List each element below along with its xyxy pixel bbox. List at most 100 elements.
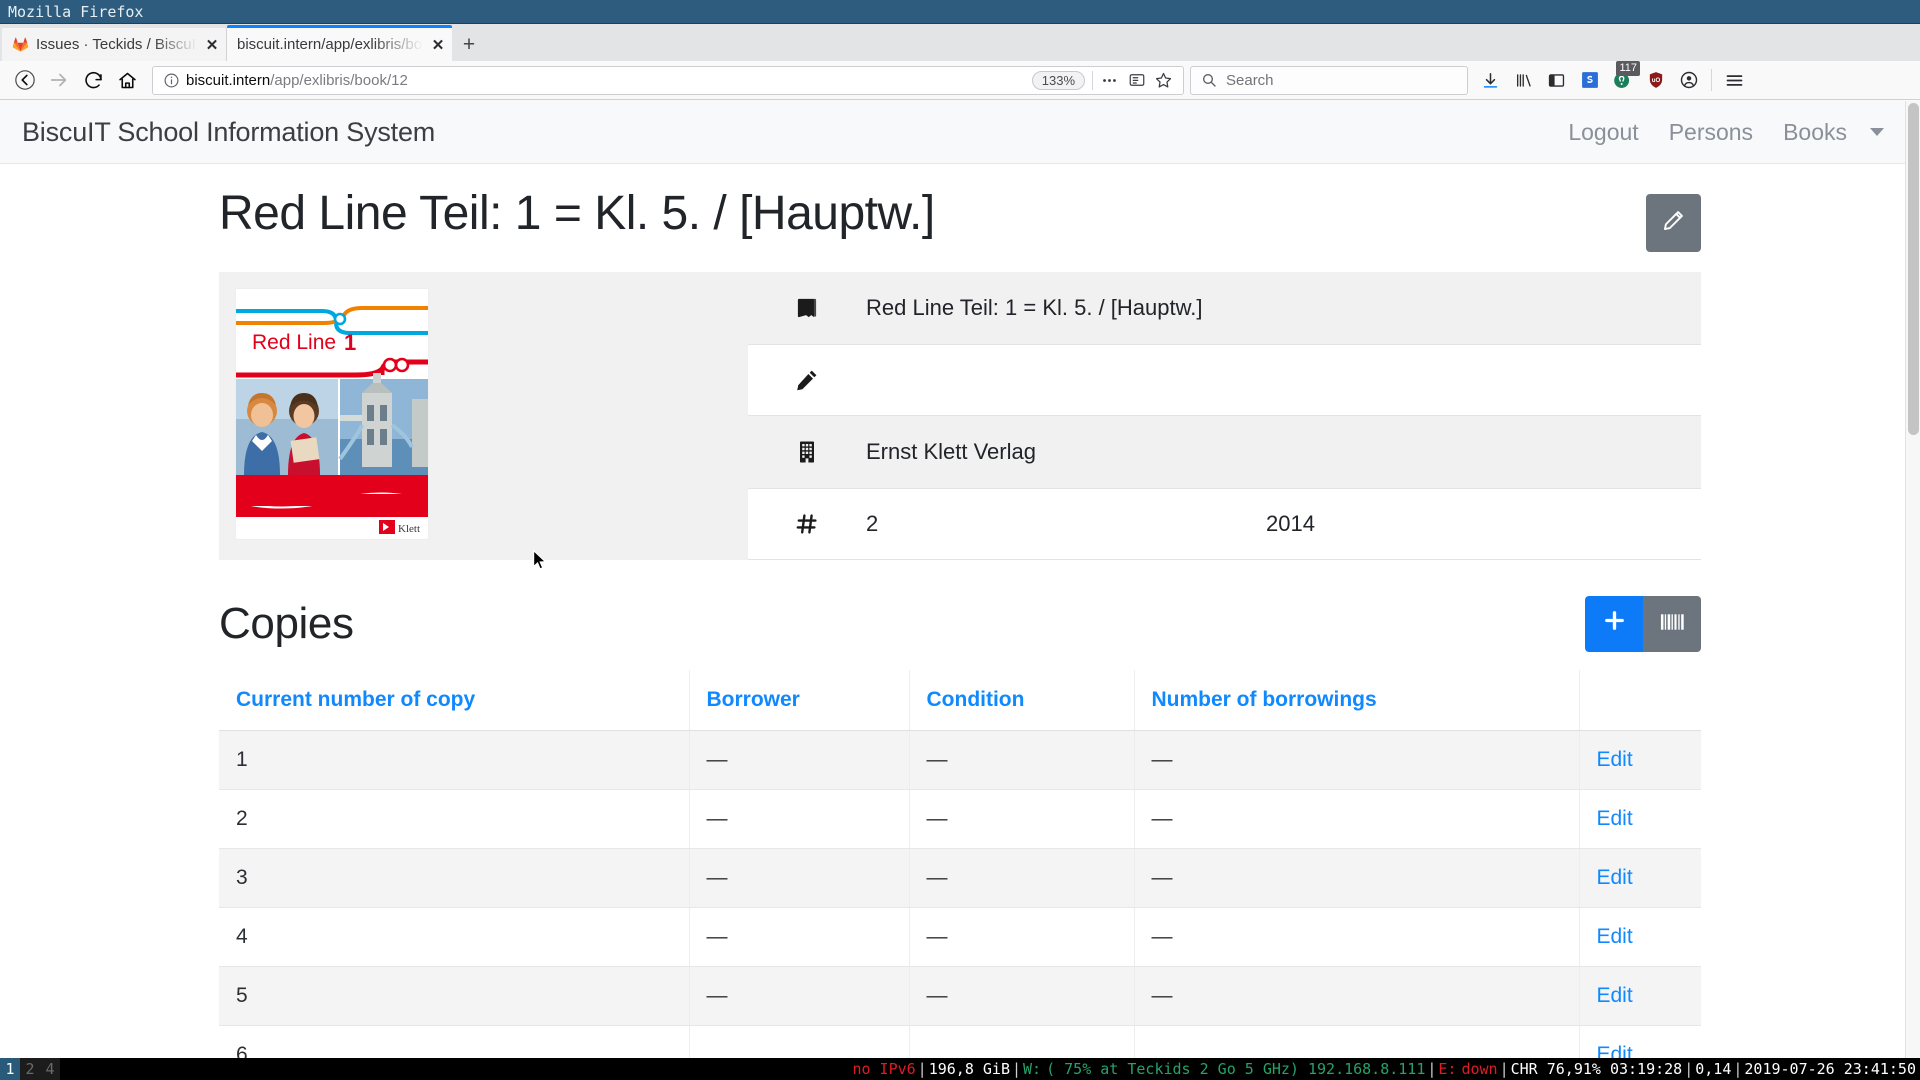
column-header-number[interactable]: Current number of copy (219, 670, 690, 731)
url-bar[interactable]: biscuit.intern/app/exlibris/book/12 133% (152, 65, 1184, 95)
cell-condition: — (909, 848, 1135, 908)
desktop-root: Mozilla Firefox Issues · Teckids / Biscu… (0, 0, 1920, 1080)
cell-borrower: — (689, 730, 910, 790)
svg-text:Klett: Klett (398, 523, 420, 535)
close-tab-icon[interactable]: ✕ (202, 35, 222, 55)
detail-row-edition: 2 (866, 511, 879, 536)
status-battery: CHR 76,91% 03:19:28 (1510, 1060, 1683, 1078)
edit-copy-link[interactable]: Edit (1597, 807, 1633, 830)
page-actions-icon[interactable] (1096, 67, 1123, 93)
add-copy-button[interactable] (1585, 596, 1643, 652)
status-wifi-label: W: (1023, 1060, 1042, 1078)
cell-condition: — (909, 730, 1135, 790)
table-row: 4 — — — Edit (219, 907, 1701, 967)
cell-actions: Edit (1579, 730, 1701, 790)
cell-borrower (689, 1025, 910, 1058)
new-tab-button[interactable]: + (452, 28, 486, 61)
urlbar-divider (1092, 70, 1093, 90)
simplenote-extension-icon[interactable] (1573, 64, 1606, 96)
ublock-origin-icon[interactable]: uO (1639, 64, 1672, 96)
nav-item-persons[interactable]: Persons (1654, 119, 1768, 146)
menu-icon[interactable] (1718, 64, 1751, 96)
status-separator: | (917, 1060, 927, 1078)
notifications-extension-icon[interactable]: 117 (1606, 61, 1640, 96)
nav-item-logout[interactable]: Logout (1553, 119, 1653, 146)
zoom-level-indicator[interactable]: 133% (1031, 70, 1085, 90)
tab-title: biscuit.intern/app/exlibris/boo (237, 36, 425, 53)
cell-borrowings: — (1134, 730, 1580, 790)
page-body: Red Line Teil: 1 = Kl. 5. / [Hauptw.] Kl… (0, 164, 1920, 1058)
table-row: 3 — — — Edit (219, 848, 1701, 908)
column-header-actions (1579, 670, 1701, 731)
status-datetime: 2019-07-26 23:41:50 (1744, 1060, 1916, 1078)
gitlab-favicon-icon (12, 36, 29, 53)
library-icon[interactable] (1507, 64, 1540, 96)
status-separator: | (1684, 1060, 1694, 1078)
column-header-borrower[interactable]: Borrower (689, 670, 910, 731)
reload-button-icon[interactable] (76, 63, 110, 97)
table-header-row: Current number of copy Borrower Conditio… (219, 670, 1701, 731)
cell-borrowings: — (1134, 907, 1580, 967)
browser-tab-biscuit[interactable]: biscuit.intern/app/exlibris/boo ✕ (227, 25, 452, 61)
pencil-icon (1661, 208, 1686, 238)
copies-table-body: 1 — — — Edit 2 — — — Edit 3 — — — Edit 4… (219, 730, 1701, 1058)
table-row: 2 — — — Edit (219, 789, 1701, 849)
forward-button-icon[interactable] (42, 63, 76, 97)
nav-item-books[interactable]: Books (1768, 119, 1862, 146)
edit-copy-link[interactable]: Edit (1597, 925, 1633, 948)
detail-row-publisher: Ernst Klett Verlag (748, 416, 1701, 489)
sidebar-icon[interactable] (1540, 64, 1573, 96)
scrollbar-thumb[interactable] (1908, 103, 1919, 435)
search-bar[interactable]: Search (1190, 65, 1468, 95)
cell-borrowings (1134, 1025, 1580, 1058)
url-host: biscuit.intern (186, 71, 271, 89)
detail-row-year: 2014 (1266, 511, 1315, 536)
url-text[interactable]: biscuit.intern/app/exlibris/book/12 (180, 72, 1032, 89)
cell-number: 6 (219, 1025, 690, 1058)
navigation-toolbar: biscuit.intern/app/exlibris/book/12 133% (0, 61, 1920, 100)
browser-tab-issues[interactable]: Issues · Teckids / BiscuIT / B ✕ (2, 28, 227, 61)
bookmark-star-icon[interactable] (1150, 67, 1177, 93)
svg-text:uO: uO (1651, 77, 1660, 84)
cell-borrowings: — (1134, 966, 1580, 1026)
chevron-down-icon[interactable] (1870, 128, 1884, 136)
downloads-icon[interactable] (1474, 64, 1507, 96)
cell-condition: — (909, 966, 1135, 1026)
search-input-placeholder[interactable]: Search (1217, 72, 1274, 89)
detail-row-title: Red Line Teil: 1 = Kl. 5. / [Hauptw.] (748, 272, 1701, 345)
cell-actions: Edit (1579, 907, 1701, 967)
edit-copy-link[interactable]: Edit (1597, 866, 1633, 889)
identity-info-icon[interactable] (162, 72, 180, 89)
cell-borrower: — (689, 789, 910, 849)
edit-copy-link[interactable]: Edit (1597, 748, 1633, 771)
svg-text:Red Line: Red Line (252, 331, 336, 354)
detail-row-value: Ernst Klett Verlag (866, 439, 1036, 464)
book-detail-card: Klett Red Line 1 Red Line Teil: 1 = Kl. … (219, 272, 1701, 560)
app-nav: Logout Persons Books (1553, 119, 1898, 146)
copies-table: Current number of copy Borrower Conditio… (219, 670, 1701, 1058)
edit-copy-link[interactable]: Edit (1597, 984, 1633, 1007)
reader-mode-icon[interactable] (1123, 67, 1150, 93)
cell-actions: Edit (1579, 966, 1701, 1026)
column-header-condition[interactable]: Condition (909, 670, 1135, 731)
status-separator: | (1011, 1060, 1022, 1078)
page-scrollbar[interactable] (1905, 101, 1920, 1058)
workspace-2[interactable]: 2 (20, 1058, 40, 1080)
table-row: 5 — — — Edit (219, 966, 1701, 1026)
edit-copy-link[interactable]: Edit (1597, 1043, 1633, 1058)
cell-actions: Edit (1579, 1025, 1701, 1058)
account-icon[interactable] (1672, 64, 1705, 96)
workspace-1[interactable]: 1 (0, 1058, 20, 1080)
back-button-icon[interactable] (8, 63, 42, 97)
cell-number: 1 (219, 730, 690, 790)
edit-book-button[interactable] (1646, 194, 1701, 252)
page-title-row: Red Line Teil: 1 = Kl. 5. / [Hauptw.] (219, 186, 1701, 252)
home-button-icon[interactable] (110, 63, 144, 97)
workspace-4[interactable]: 4 (40, 1058, 60, 1080)
toolbar-divider (1711, 69, 1712, 91)
cell-condition: — (909, 907, 1135, 967)
scan-barcode-button[interactable] (1643, 596, 1701, 652)
close-tab-icon[interactable]: ✕ (428, 35, 448, 55)
status-right-group: no IPv6 | 196,8 GiB | W: ( 75% at Teckid… (852, 1060, 1920, 1078)
column-header-borrowings[interactable]: Number of borrowings (1134, 670, 1580, 731)
